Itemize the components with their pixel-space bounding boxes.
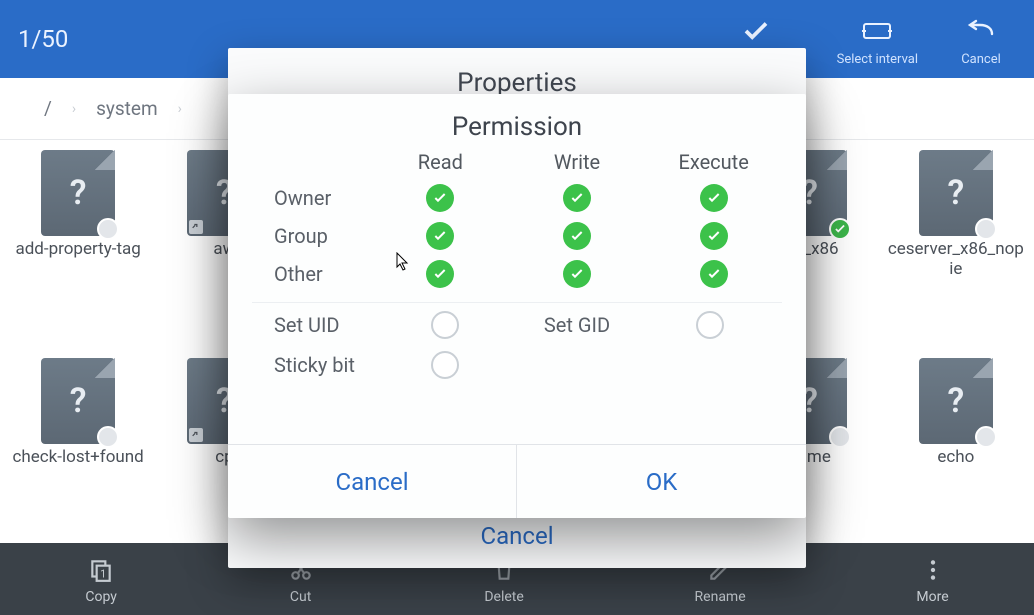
- sticky-bit-label: Sticky bit: [252, 353, 372, 377]
- unknown-file-icon: ?: [70, 173, 87, 213]
- selection-indicator: [829, 426, 851, 448]
- file-thumb: ?: [41, 358, 115, 444]
- page-fold-icon: [95, 358, 115, 378]
- select-interval-label: Select interval: [837, 52, 918, 67]
- symlink-icon: [189, 428, 203, 442]
- group-read-checkbox[interactable]: [426, 222, 454, 250]
- other-read-checkbox[interactable]: [426, 260, 454, 288]
- select-interval-button[interactable]: Select interval: [837, 12, 918, 67]
- file-item[interactable]: ? add-property-tag: [8, 146, 148, 348]
- selection-indicator: [829, 218, 851, 240]
- file-thumb: ?: [41, 150, 115, 236]
- page-fold-icon: [827, 150, 847, 170]
- owner-execute-checkbox[interactable]: [700, 184, 728, 212]
- selection-indicator: [975, 218, 997, 240]
- row-other: Other: [252, 262, 372, 286]
- other-execute-checkbox[interactable]: [700, 260, 728, 288]
- file-label: check-lost+found: [13, 448, 144, 468]
- sticky-bit-toggle[interactable]: [431, 351, 459, 379]
- svg-text:1: 1: [100, 568, 106, 581]
- chevron-right-icon: ›: [178, 101, 182, 117]
- more-button[interactable]: More: [916, 553, 948, 605]
- header-read: Read: [372, 150, 509, 174]
- permission-cancel-button[interactable]: Cancel: [228, 445, 517, 518]
- file-item[interactable]: ? check-lost+found: [8, 354, 148, 537]
- set-gid-label: Set GID: [517, 313, 637, 337]
- group-write-checkbox[interactable]: [563, 222, 591, 250]
- undo-icon: [959, 12, 1003, 50]
- copy-icon: 1: [88, 553, 114, 587]
- row-owner: Owner: [252, 186, 372, 210]
- rename-label: Rename: [695, 589, 746, 605]
- app-root: { "topbar": { "counter": "1/50", "select…: [0, 0, 1034, 615]
- special-bits: Set UID Set GID Sticky bit: [228, 309, 806, 381]
- more-label: More: [916, 589, 948, 605]
- select-interval-icon: [855, 12, 899, 50]
- page-fold-icon: [95, 150, 115, 170]
- owner-write-checkbox[interactable]: [563, 184, 591, 212]
- more-icon: [920, 553, 946, 587]
- copy-label: Copy: [85, 589, 117, 605]
- permission-dialog: Permission Read Write Execute Owner Grou…: [228, 94, 806, 518]
- owner-read-checkbox[interactable]: [426, 184, 454, 212]
- row-group: Group: [252, 224, 372, 248]
- confirm-selection-button[interactable]: [721, 12, 791, 50]
- cancel-selection-label: Cancel: [961, 52, 1001, 67]
- file-label: add-property-tag: [15, 240, 140, 260]
- divider: [252, 302, 782, 303]
- symlink-icon: [189, 220, 203, 234]
- set-uid-label: Set UID: [252, 313, 372, 337]
- header-execute: Execute: [645, 150, 782, 174]
- permission-ok-button[interactable]: OK: [517, 445, 806, 518]
- dialog-buttons: Cancel OK: [228, 444, 806, 518]
- page-fold-icon: [973, 358, 993, 378]
- cut-label: Cut: [290, 589, 311, 605]
- delete-label: Delete: [484, 589, 523, 605]
- header-write: Write: [509, 150, 646, 174]
- set-uid-toggle[interactable]: [431, 311, 459, 339]
- breadcrumb-item[interactable]: system: [96, 97, 158, 120]
- cancel-selection-button[interactable]: Cancel: [946, 12, 1016, 67]
- page-fold-icon: [827, 358, 847, 378]
- file-label: echo: [937, 448, 974, 468]
- file-item[interactable]: ? ceserver_x86_nopie: [886, 146, 1026, 348]
- unknown-file-icon: ?: [70, 381, 87, 421]
- check-icon: [734, 12, 778, 50]
- selection-indicator: [975, 426, 997, 448]
- set-gid-toggle[interactable]: [696, 311, 724, 339]
- permission-grid: Read Write Execute Owner Group Other: [228, 150, 806, 296]
- permission-title: Permission: [228, 94, 806, 150]
- unknown-file-icon: ?: [947, 381, 964, 421]
- file-thumb: ?: [919, 358, 993, 444]
- file-thumb: ?: [919, 150, 993, 236]
- selection-counter: 1/50: [18, 25, 68, 53]
- selection-indicator: [97, 426, 119, 448]
- copy-button[interactable]: 1 Copy: [85, 553, 117, 605]
- file-label: ceserver_x86_nopie: [886, 240, 1026, 279]
- file-item[interactable]: ? echo: [886, 354, 1026, 537]
- group-execute-checkbox[interactable]: [700, 222, 728, 250]
- other-write-checkbox[interactable]: [563, 260, 591, 288]
- breadcrumb-root[interactable]: /: [44, 97, 52, 120]
- page-fold-icon: [973, 150, 993, 170]
- selection-indicator: [97, 218, 119, 240]
- chevron-right-icon: ›: [72, 101, 76, 117]
- unknown-file-icon: ?: [947, 173, 964, 213]
